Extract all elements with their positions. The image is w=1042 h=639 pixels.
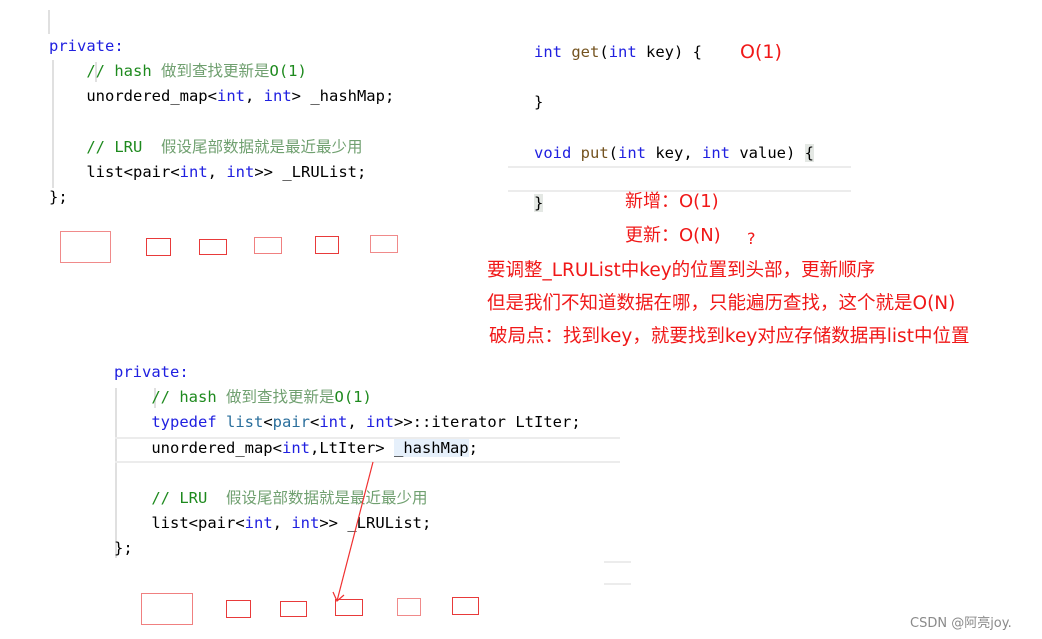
watermark: CSDN @阿亮joy.	[910, 616, 1012, 631]
pointer-arrow	[332, 461, 631, 602]
